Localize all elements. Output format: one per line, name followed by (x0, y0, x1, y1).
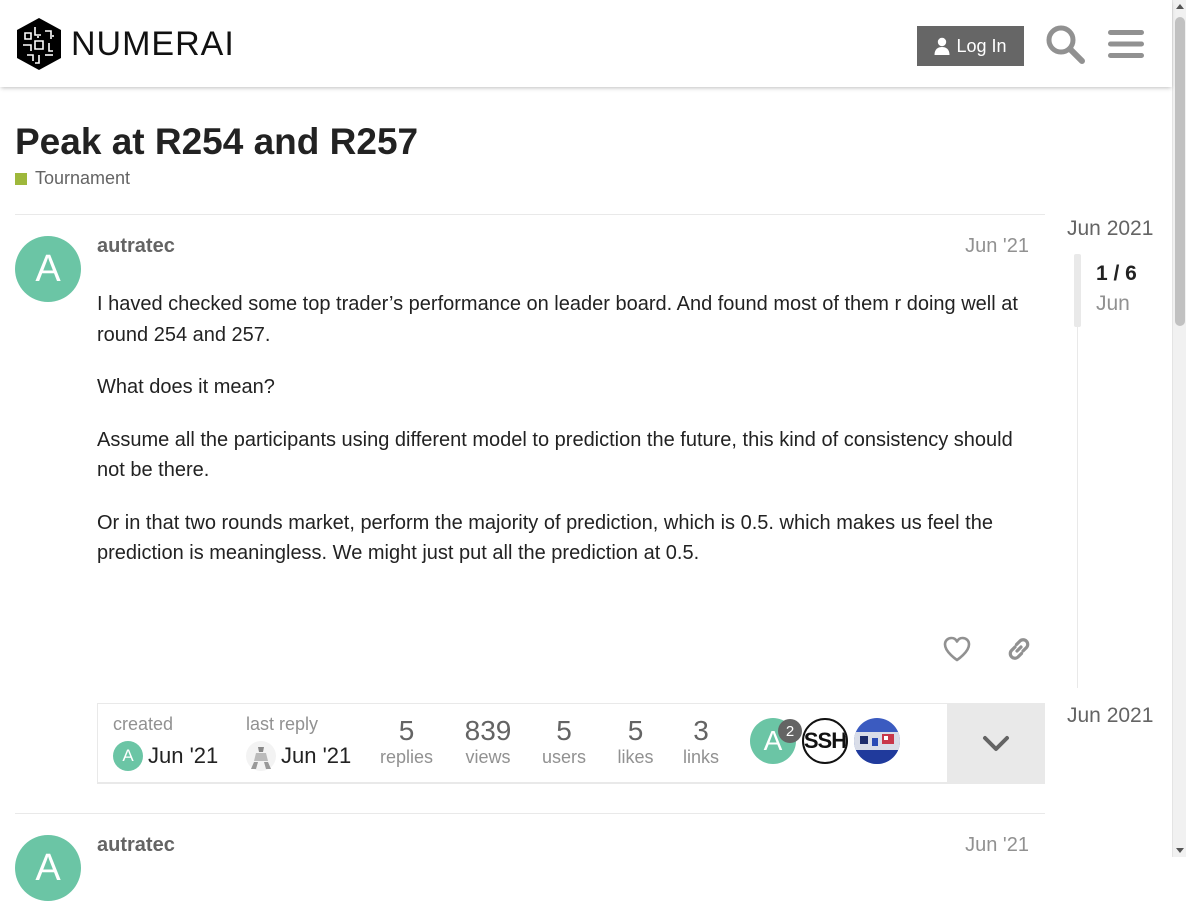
topic-map-expand-button[interactable] (947, 704, 1044, 783)
stat-label: links (682, 747, 719, 767)
stat-replies: 5 replies (369, 715, 444, 768)
stat-label: views (465, 747, 511, 767)
stat-label: users (541, 747, 586, 767)
divider (15, 813, 1045, 814)
user-icon (934, 37, 950, 55)
post-paragraph: What does it mean? (97, 376, 275, 398)
stat-users: 5 users (534, 715, 594, 768)
last-reply-date: Jun '21 (281, 743, 352, 768)
stat-number: 839 (464, 715, 512, 746)
created-date: Jun '21 (148, 743, 219, 768)
stat-likes: 5 likes (608, 715, 663, 768)
avatar-letter: A (122, 746, 134, 765)
like-button[interactable] (936, 628, 978, 670)
stat-links: 3 links (676, 715, 726, 768)
post-username[interactable]: autratec (97, 834, 175, 857)
participant-avatar[interactable] (854, 718, 900, 764)
post-paragraph: Or in that two rounds market, perform th… (97, 511, 993, 565)
timeline-position-date: Jun (1096, 292, 1130, 315)
post-paragraph: I haved checked some top trader’s perfor… (97, 293, 1018, 346)
stat-number: 3 (693, 715, 709, 746)
timeline-handle[interactable] (1074, 254, 1081, 327)
stat-number: 5 (398, 715, 415, 746)
post-date[interactable]: Jun '21 (930, 235, 1029, 258)
link-icon (1008, 638, 1030, 660)
site-header: NUMERAI Log In (0, 0, 1172, 87)
post-username[interactable]: autratec (97, 235, 175, 258)
avatar: A (113, 741, 143, 771)
stat-label: replies (379, 747, 434, 767)
divider (15, 214, 1045, 215)
participant-post-count-badge: 2 (778, 719, 802, 743)
stat-number: 5 (627, 715, 644, 746)
scroll-thumb[interactable] (1175, 17, 1185, 326)
timeline-position[interactable]: 1 / 6 (1096, 262, 1137, 286)
category-color-swatch (15, 172, 27, 185)
login-label: Log In (956, 35, 1007, 56)
post-date[interactable]: Jun '21 (930, 834, 1029, 857)
participant-avatar[interactable]: SSH (802, 718, 848, 764)
login-button[interactable]: Log In (917, 26, 1024, 66)
search-button[interactable] (1043, 22, 1087, 66)
topic-map: created A Jun '21 last reply Jun '21 5 r… (97, 703, 1045, 784)
chevron-down-icon (982, 735, 1009, 751)
avatar-letter: A (35, 846, 61, 889)
hamburger-icon (1108, 30, 1144, 58)
stat-number: 5 (556, 715, 572, 746)
page-scrollbar[interactable] (1172, 0, 1186, 857)
category-name: Tournament (35, 168, 131, 188)
post-body: I haved checked some top trader’s perfor… (97, 289, 1037, 591)
timeline-end-date[interactable]: Jun 2021 (1067, 704, 1153, 728)
site-logo[interactable]: NUMERAI (15, 17, 235, 71)
avatar[interactable]: A (15, 835, 81, 901)
scroll-down-arrow-icon[interactable] (1176, 848, 1184, 853)
search-icon (1046, 25, 1085, 64)
pixel-avatar-icon (854, 718, 900, 764)
timeline-start-date[interactable]: Jun 2021 (1067, 217, 1153, 241)
logo-text: NUMERAI (71, 24, 235, 63)
robot-avatar-icon (246, 741, 276, 771)
created-label: created (113, 714, 174, 734)
last-reply-label: last reply (246, 714, 319, 734)
category-badge[interactable]: Tournament (15, 168, 130, 189)
avatar[interactable]: A (15, 236, 81, 302)
heart-icon (943, 636, 971, 662)
avatar-letter: A (35, 247, 61, 290)
scroll-up-arrow-icon[interactable] (1176, 4, 1184, 9)
stat-views: 839 views (453, 715, 523, 768)
topic-last-reply[interactable]: last reply Jun '21 (246, 714, 351, 771)
share-link-button[interactable] (998, 628, 1040, 670)
topic-title[interactable]: Peak at R254 and R257 (15, 121, 418, 163)
post-paragraph: Assume all the participants using differ… (97, 428, 1013, 482)
avatar-letter: SSH (803, 728, 847, 753)
topic-created[interactable]: created A Jun '21 (113, 714, 218, 771)
numerai-logo-icon (17, 18, 61, 70)
stat-label: likes (617, 747, 654, 767)
hamburger-menu-button[interactable] (1104, 22, 1148, 66)
